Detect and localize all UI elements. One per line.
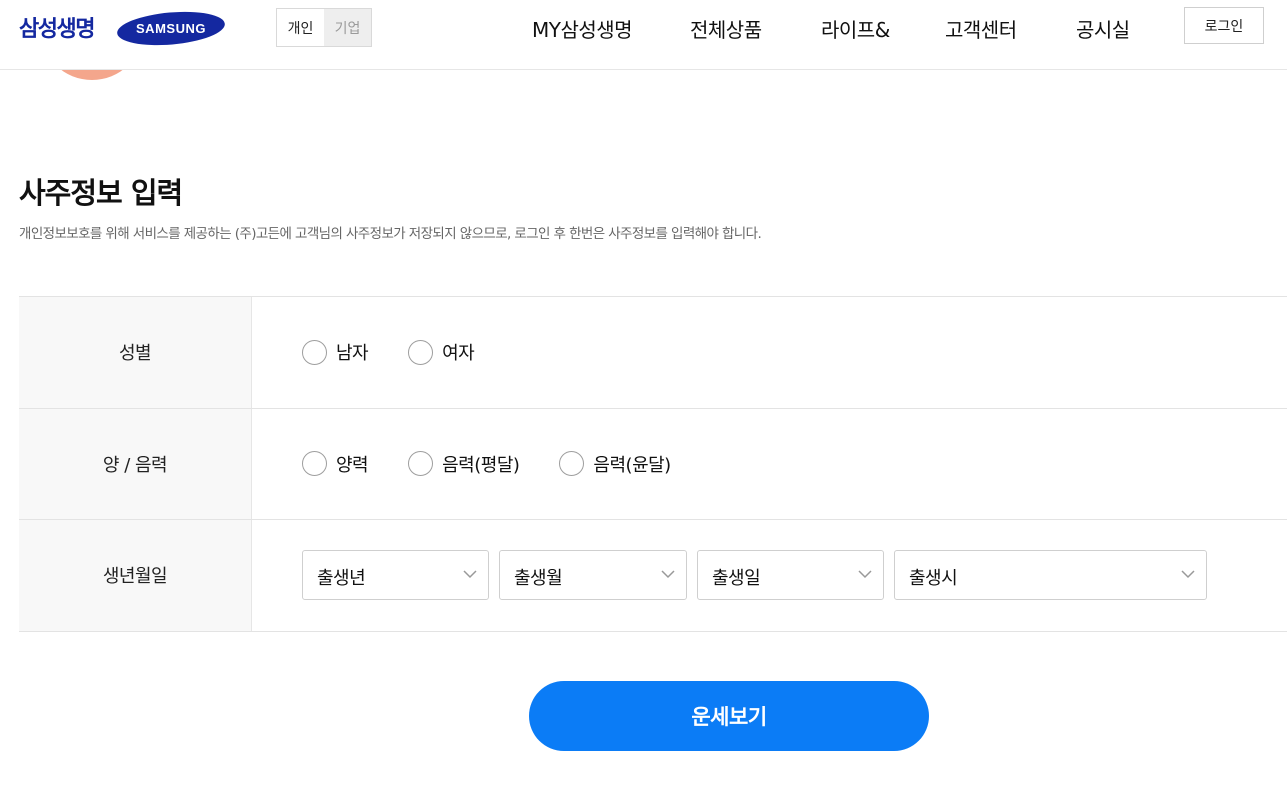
- saju-form: 성별 남자 여자 양 / 음력 양력 음력(평달) 음력(윤달) 생년월일 출생…: [19, 296, 1287, 632]
- nav-disclosure[interactable]: 공시실: [1076, 14, 1130, 43]
- chevron-down-icon: [1181, 570, 1195, 579]
- calendar-label: 양 / 음력: [19, 408, 252, 519]
- birth-year-select[interactable]: 출생년: [302, 550, 489, 600]
- birth-day-select[interactable]: 출생일: [697, 550, 884, 600]
- chevron-down-icon: [463, 570, 477, 579]
- gender-label: 성별: [19, 297, 252, 408]
- site-header: 삼성생명 SAMSUNG 개인 기업 MY삼성생명 전체상품 라이프& 고객센터…: [0, 0, 1287, 70]
- select-value: 출생월: [514, 568, 563, 589]
- login-button[interactable]: 로그인: [1184, 7, 1264, 44]
- nav-all-products[interactable]: 전체상품: [690, 14, 762, 43]
- radio-circle[interactable]: [408, 339, 434, 365]
- fortune-view-button[interactable]: 운세보기: [529, 681, 929, 751]
- radio-label: 여자: [442, 343, 475, 365]
- radio-lunar-leap[interactable]: 음력(윤달): [559, 451, 671, 477]
- radio-female[interactable]: 여자: [408, 339, 475, 365]
- gender-field: 남자 여자: [252, 297, 1287, 408]
- radio-label: 음력(평달): [442, 454, 520, 476]
- birth-label: 생년월일: [19, 520, 252, 631]
- nav-customer-center[interactable]: 고객센터: [945, 14, 1017, 43]
- nav-life[interactable]: 라이프&: [821, 14, 890, 43]
- page-title: 사주정보 입력: [19, 176, 183, 210]
- select-value: 출생일: [712, 568, 761, 589]
- nav-my-samsung-life[interactable]: MY삼성생명: [532, 14, 633, 43]
- birth-hour-select[interactable]: 출생시: [894, 550, 1207, 600]
- radio-circle[interactable]: [408, 451, 434, 477]
- calendar-row: 양 / 음력 양력 음력(평달) 음력(윤달): [19, 408, 1287, 520]
- birth-row: 생년월일 출생년 출생월 출생일 출생시: [19, 520, 1287, 632]
- chevron-down-icon: [858, 570, 872, 579]
- radio-circle[interactable]: [559, 451, 585, 477]
- radio-male[interactable]: 남자: [302, 339, 369, 365]
- birth-month-select[interactable]: 출생월: [499, 550, 687, 600]
- radio-label: 양력: [336, 454, 369, 476]
- birth-field: 출생년 출생월 출생일 출생시: [252, 520, 1287, 631]
- gender-radio-group: 남자 여자: [302, 297, 514, 408]
- radio-circle[interactable]: [302, 339, 327, 365]
- chevron-down-icon: [661, 570, 675, 579]
- select-value: 출생시: [909, 568, 958, 589]
- select-value: 출생년: [317, 568, 366, 589]
- calendar-field: 양력 음력(평달) 음력(윤달): [252, 409, 1287, 520]
- radio-circle[interactable]: [302, 451, 327, 477]
- radio-lunar-normal[interactable]: 음력(평달): [408, 451, 520, 477]
- radio-label: 남자: [336, 343, 369, 365]
- main-navigation: MY삼성생명 전체상품 라이프& 고객센터 공시실: [0, 14, 1287, 42]
- gender-row: 성별 남자 여자: [19, 297, 1287, 409]
- radio-label: 음력(윤달): [593, 454, 671, 476]
- page-description: 개인정보보호를 위해 서비스를 제공하는 (주)고든에 고객님의 사주정보가 저…: [19, 226, 762, 242]
- radio-solar[interactable]: 양력: [302, 451, 369, 477]
- calendar-radio-group: 양력 음력(평달) 음력(윤달): [302, 409, 711, 520]
